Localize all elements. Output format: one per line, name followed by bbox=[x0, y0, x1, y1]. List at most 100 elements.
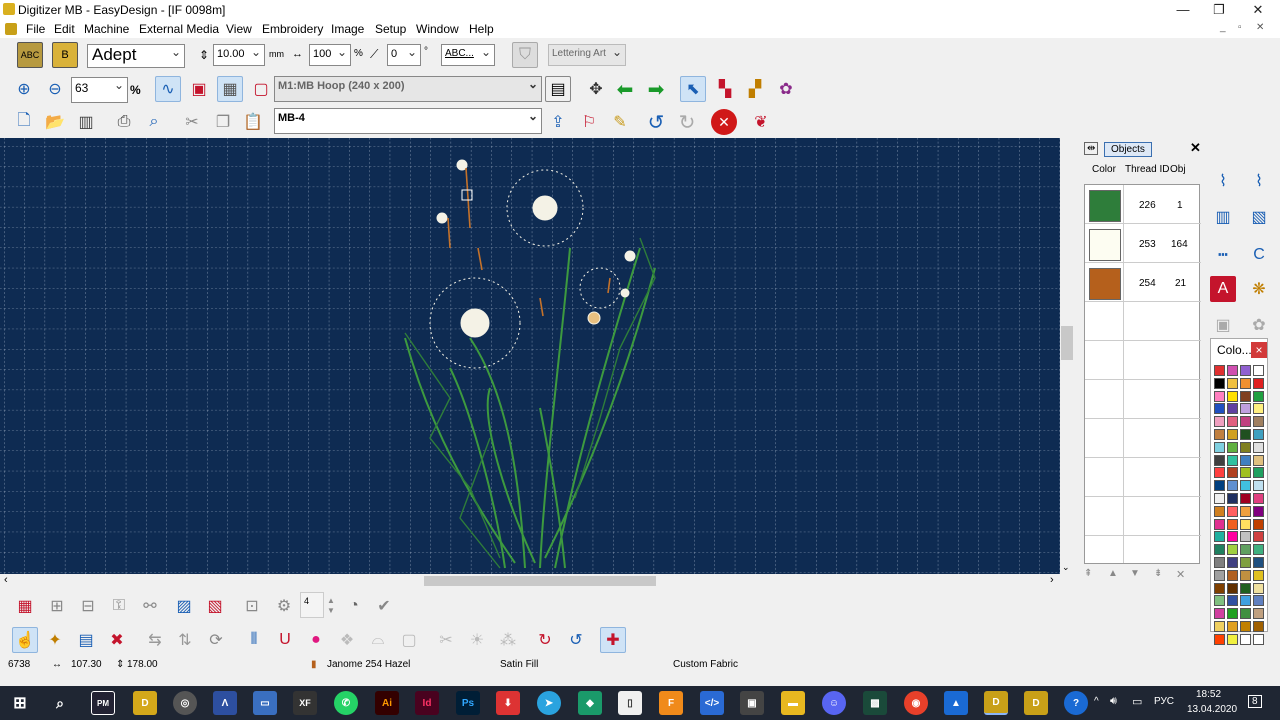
font-select[interactable]: Adept bbox=[87, 44, 185, 68]
check-icon[interactable]: ✔ bbox=[371, 593, 397, 619]
palette-color[interactable] bbox=[1227, 365, 1238, 376]
palette-color[interactable] bbox=[1240, 557, 1251, 568]
align-icon[interactable]: ⊡ bbox=[239, 593, 265, 619]
palette-color[interactable] bbox=[1227, 416, 1238, 428]
file-explorer-icon[interactable]: ▬ bbox=[781, 691, 805, 715]
abc-icon[interactable]: ABC bbox=[17, 42, 43, 68]
palette-color[interactable] bbox=[1214, 633, 1225, 645]
copy-icon[interactable]: ❐ bbox=[210, 109, 236, 135]
select-object-icon[interactable]: ⬉ bbox=[680, 76, 706, 102]
lettering-art-select[interactable]: Lettering Art bbox=[548, 44, 626, 66]
network-icon[interactable]: ▭ bbox=[1132, 695, 1142, 708]
mdi-minimize-icon[interactable]: _ bbox=[1220, 22, 1226, 33]
abc-style-select[interactable]: ABC... bbox=[441, 44, 495, 66]
new-file-icon[interactable]: 🗋 bbox=[11, 109, 37, 135]
color-sort-icon[interactable]: ▚ bbox=[712, 76, 738, 102]
palette-color[interactable] bbox=[1214, 365, 1225, 376]
auto-digitize-icon[interactable]: ❋ bbox=[1246, 276, 1272, 302]
magnet-icon[interactable]: U bbox=[272, 627, 298, 653]
palette-color[interactable] bbox=[1227, 505, 1238, 517]
height-input[interactable]: 10.00 bbox=[213, 44, 265, 66]
palette-color[interactable] bbox=[1253, 569, 1264, 581]
tablet-app-icon[interactable]: ▣ bbox=[740, 691, 764, 715]
group-add-icon[interactable]: ⊞ bbox=[44, 593, 70, 619]
palette-color[interactable] bbox=[1240, 608, 1251, 620]
close-icon[interactable]: ✕ bbox=[1240, 0, 1276, 20]
palette-color[interactable] bbox=[1253, 493, 1264, 504]
palette-color[interactable] bbox=[1214, 480, 1225, 492]
menu-image[interactable]: Image bbox=[331, 22, 364, 36]
palette-color[interactable] bbox=[1253, 365, 1264, 376]
digitizer-2-icon[interactable]: D bbox=[1024, 691, 1048, 715]
design-canvas[interactable] bbox=[0, 138, 1060, 574]
group-remove-icon[interactable]: ⊟ bbox=[75, 593, 101, 619]
palette-color[interactable] bbox=[1227, 557, 1238, 568]
palette-color[interactable] bbox=[1240, 595, 1251, 607]
menu-help[interactable]: Help bbox=[469, 22, 494, 36]
move-top-icon[interactable]: ⇞ bbox=[1084, 568, 1092, 579]
palette-color[interactable] bbox=[1214, 595, 1225, 607]
language-indicator[interactable]: РУС bbox=[1154, 696, 1174, 707]
palette-color[interactable] bbox=[1214, 569, 1225, 581]
send-machine-icon[interactable]: ⇪ bbox=[545, 109, 571, 135]
palette-color[interactable] bbox=[1240, 505, 1251, 517]
help-tray-icon[interactable]: ? bbox=[1064, 691, 1088, 715]
panel-collapse-icon[interactable]: ⇹ bbox=[1084, 142, 1099, 155]
vscode-icon[interactable]: </> bbox=[700, 691, 724, 715]
scissors-icon[interactable]: ✂ bbox=[433, 627, 459, 653]
tab-objects[interactable]: Objects bbox=[1104, 142, 1152, 157]
select-hand-icon[interactable]: ☝ bbox=[12, 627, 38, 653]
palette-color[interactable] bbox=[1227, 608, 1238, 620]
palette-color[interactable] bbox=[1240, 493, 1251, 504]
hoop-icon[interactable]: ▢ bbox=[248, 76, 274, 102]
palette-color[interactable] bbox=[1253, 633, 1264, 645]
palette-color[interactable] bbox=[1253, 416, 1264, 428]
f-app-icon[interactable]: F bbox=[659, 691, 683, 715]
palette-color[interactable] bbox=[1240, 621, 1251, 632]
palette-color[interactable] bbox=[1214, 531, 1225, 543]
palette-color[interactable] bbox=[1240, 441, 1251, 453]
photoshop-icon[interactable]: Ps bbox=[456, 691, 480, 715]
zoom-in-icon[interactable]: ⊕ bbox=[11, 76, 37, 102]
palette-color[interactable] bbox=[1240, 390, 1251, 402]
step-spin-icon[interactable]: ▲ ▼ bbox=[327, 596, 335, 616]
palette-color[interactable] bbox=[1227, 493, 1238, 504]
rotate-ccw-icon[interactable]: ↺ bbox=[563, 627, 589, 653]
frame-icon[interactable]: ▢ bbox=[396, 627, 422, 653]
delete-object-icon[interactable]: ✕ bbox=[1176, 568, 1185, 581]
width-input[interactable]: 100 bbox=[309, 44, 351, 66]
gear-icon[interactable]: ⚙ bbox=[271, 593, 297, 619]
horizontal-scroll-thumb[interactable] bbox=[424, 576, 656, 586]
palette-color[interactable] bbox=[1227, 429, 1238, 440]
scroll-left-icon[interactable]: ‹ bbox=[4, 574, 8, 586]
palette-color[interactable] bbox=[1253, 454, 1264, 466]
palette-color[interactable] bbox=[1240, 531, 1251, 543]
palette-color[interactable] bbox=[1240, 480, 1251, 492]
palette-color[interactable] bbox=[1214, 544, 1225, 556]
rotate-icon[interactable]: ⟳ bbox=[203, 627, 229, 653]
palette-color[interactable] bbox=[1253, 557, 1264, 568]
palette-color[interactable] bbox=[1240, 416, 1251, 428]
grid-icon[interactable]: ▦ bbox=[217, 76, 243, 102]
pie-icon[interactable]: ◔ bbox=[341, 593, 367, 619]
palette-color[interactable] bbox=[1253, 429, 1264, 440]
scatter-icon[interactable]: ⁂ bbox=[495, 627, 521, 653]
trace-icon[interactable]: ✎ bbox=[607, 109, 633, 135]
palette-color[interactable] bbox=[1253, 441, 1264, 453]
illustrator-icon[interactable]: Ai bbox=[375, 691, 399, 715]
digitizer-active-icon[interactable]: D bbox=[984, 691, 1008, 715]
paste-icon[interactable]: 📋 bbox=[240, 109, 266, 135]
menu-view[interactable]: View bbox=[226, 22, 252, 36]
palette-color[interactable] bbox=[1227, 518, 1238, 530]
hoop-select[interactable]: M1:MB Hoop (240 x 200) bbox=[274, 76, 542, 102]
menu-embroidery[interactable]: Embroidery bbox=[262, 22, 323, 36]
usb-icon[interactable]: ⚐ bbox=[576, 109, 602, 135]
palette-color[interactable] bbox=[1227, 569, 1238, 581]
palette-color[interactable] bbox=[1240, 429, 1251, 440]
palette-color[interactable] bbox=[1214, 429, 1225, 440]
wand-icon[interactable]: ✦ bbox=[42, 627, 68, 653]
reshape-icon[interactable]: ✖ bbox=[104, 627, 130, 653]
digitizer-app-icon[interactable]: D bbox=[133, 691, 157, 715]
palette-color[interactable] bbox=[1253, 544, 1264, 556]
panel-close-icon[interactable]: ✕ bbox=[1190, 140, 1201, 156]
